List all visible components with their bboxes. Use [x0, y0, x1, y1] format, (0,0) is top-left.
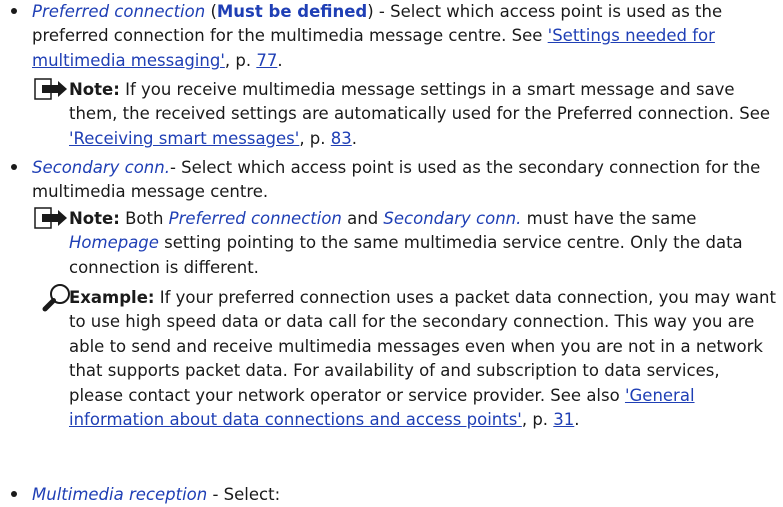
note-icon: [34, 78, 67, 100]
note-label: Note:: [69, 80, 120, 99]
note-text: setting pointing to the same multimedia …: [69, 233, 743, 277]
note-icon: [34, 207, 67, 229]
homepage-term: Homepage: [69, 233, 159, 253]
preferred-connection-term: Preferred connection: [32, 2, 206, 21]
multimedia-reception-paragraph: Multimedia reception - Select:: [32, 483, 777, 507]
secondary-conn-paragraph: Secondary conn.- Select which access poi…: [32, 156, 777, 205]
link-page-31[interactable]: 31: [553, 410, 574, 429]
secondary-conn-term: Secondary conn.: [32, 158, 170, 177]
paren-open: (: [205, 2, 217, 21]
bullet-preferred-connection: [8, 0, 20, 24]
preferred-connection-term: Preferred connection: [168, 209, 342, 228]
example-paragraph: Example: If your preferred connection us…: [69, 286, 777, 432]
note-text: and: [341, 209, 384, 228]
example-label: Example:: [69, 288, 155, 307]
note-label: Note:: [69, 209, 120, 228]
note-text: Both: [119, 209, 169, 228]
multimedia-reception-text: - Select:: [207, 485, 281, 504]
link-receiving-smart-messages[interactable]: 'Receiving smart messages': [69, 129, 299, 148]
manual-page: Preferred connection (Must be defined) -…: [0, 0, 783, 506]
bullet-secondary-conn: [8, 156, 20, 180]
magnifier-icon: [42, 284, 70, 312]
secondary-conn-term: Secondary conn.: [383, 209, 522, 228]
link-page-83[interactable]: 83: [331, 129, 352, 148]
preferred-connection-paragraph: Preferred connection (Must be defined) -…: [32, 0, 777, 73]
period: .: [351, 128, 358, 148]
multimedia-reception-term: Multimedia reception: [32, 485, 208, 504]
link-page-77[interactable]: 77: [256, 51, 277, 70]
period: .: [277, 50, 283, 70]
page-prefix: , p.: [224, 50, 257, 70]
bullet-multimedia-reception: [8, 483, 20, 507]
period: .: [574, 410, 580, 430]
page-prefix: , p.: [299, 128, 331, 148]
note-homepage-paragraph: Note: Both Preferred connection and Seco…: [69, 207, 777, 280]
note-text: If you receive multimedia message settin…: [69, 80, 771, 124]
page-prefix: , p.: [521, 410, 554, 430]
must-be-defined: Must be defined: [216, 2, 368, 21]
note-text: must have the same: [521, 209, 697, 228]
note-smart-message-paragraph: Note: If you receive multimedia message …: [69, 78, 777, 151]
